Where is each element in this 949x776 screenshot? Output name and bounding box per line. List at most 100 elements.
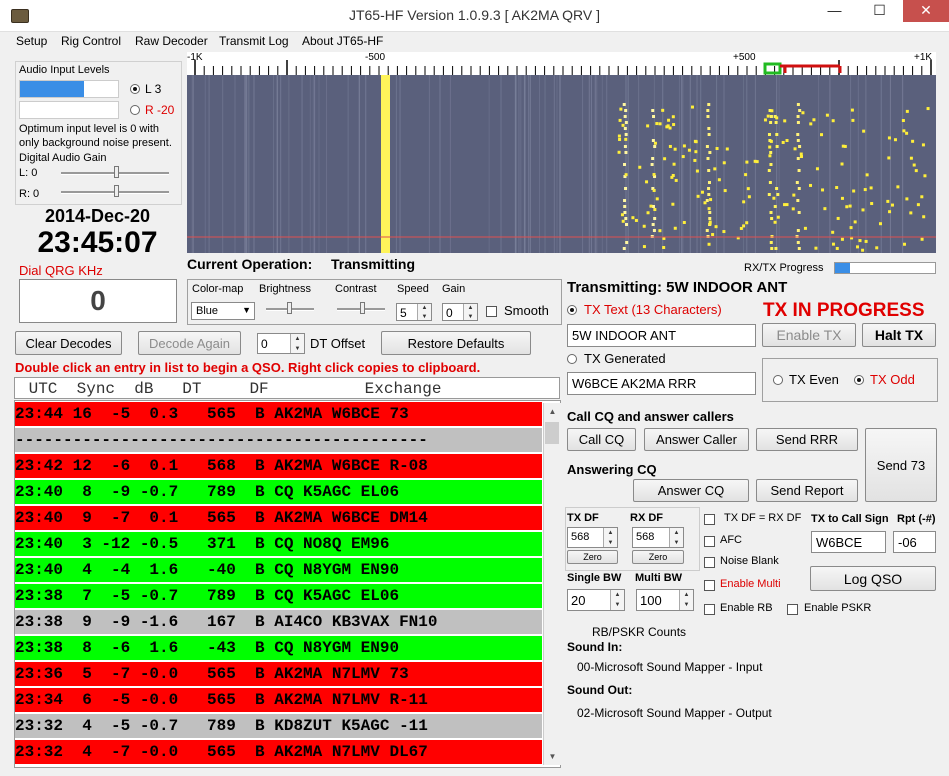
single-bw-spinner[interactable]: 20 ▲ ▼ (567, 589, 625, 611)
tx-even-radio[interactable] (773, 375, 783, 385)
rxtx-progress-bar (834, 262, 936, 274)
restore-defaults-button[interactable]: Restore Defaults (381, 331, 531, 355)
rpt-field[interactable]: -06 (893, 531, 936, 553)
signal-dot (801, 111, 805, 115)
call-cq-button[interactable]: Call CQ (567, 428, 636, 451)
answer-caller-button[interactable]: Answer Caller (644, 428, 749, 451)
decode-row[interactable]: 23:40 3 -12 -0.5 371 B CQ NO8Q EM96 (15, 532, 542, 556)
maximize-button[interactable]: ☐ (857, 0, 902, 22)
gain-label: Gain (442, 283, 466, 295)
decode-row[interactable]: 23:40 8 -9 -0.7 789 B CQ K5AGC EL06 (15, 480, 542, 504)
left-channel-radio[interactable] (130, 84, 140, 94)
to-call-field[interactable]: W6BCE (811, 531, 886, 553)
signal-dot (848, 204, 852, 208)
send-73-button[interactable]: Send 73 (865, 428, 937, 502)
decode-row[interactable]: 23:38 9 -9 -1.6 167 B AI4CO KB3VAX FN10 (15, 610, 542, 634)
single-bw-label: Single BW (567, 572, 622, 584)
menu-rig-control[interactable]: Rig Control (61, 34, 121, 48)
decode-row[interactable]: 23:38 8 -6 1.6 -43 B CQ N8YGM EN90 (15, 636, 542, 660)
spinner-arrows-icon[interactable]: ▲ ▼ (603, 528, 617, 547)
decode-row[interactable]: 23:40 9 -7 0.1 565 B AK2MA W6BCE DM14 (15, 506, 542, 530)
decode-row[interactable]: 23:42 12 -6 0.1 568 B AK2MA W6BCE R-08 (15, 454, 542, 478)
rx-df-zero-button[interactable]: Zero (632, 550, 684, 564)
right-channel-radio[interactable] (130, 105, 140, 115)
tx-eq-rx-checkbox[interactable] (704, 514, 715, 525)
signal-dot (642, 245, 646, 249)
tx-df-zero-button[interactable]: Zero (567, 550, 618, 564)
spinner-arrows-icon[interactable]: ▲ ▼ (610, 590, 624, 610)
waterfall-display[interactable] (187, 75, 936, 253)
send-report-button[interactable]: Send Report (756, 479, 858, 502)
dial-qrg-field[interactable]: 0 (19, 279, 177, 323)
rxtx-progress-label: RX/TX Progress (744, 262, 824, 274)
answer-cq-button[interactable]: Answer CQ (633, 479, 749, 502)
tx-df-spinner[interactable]: 568 ▲ ▼ (567, 527, 618, 548)
signal-dot (796, 103, 800, 106)
tx-generated-field[interactable]: W6BCE AK2MA RRR (567, 372, 756, 395)
brightness-thumb[interactable] (287, 302, 292, 314)
signal-dot (653, 141, 657, 145)
spinner-arrows-icon[interactable]: ▲ ▼ (669, 528, 683, 547)
menu-transmit-log[interactable]: Transmit Log (219, 34, 289, 48)
signal-dot (875, 246, 879, 250)
decode-row[interactable]: 23:36 5 -7 -0.0 565 B AK2MA N7LMV 73 (15, 662, 542, 686)
rx-df-spinner[interactable]: 568 ▲ ▼ (632, 527, 684, 548)
tx-odd-radio[interactable] (854, 375, 864, 385)
menu-raw-decoder[interactable]: Raw Decoder (135, 34, 208, 48)
signal-dot (814, 246, 818, 250)
scroll-down-icon[interactable]: ▼ (544, 748, 561, 765)
enable-rb-checkbox[interactable] (704, 604, 715, 615)
gain-l-thumb[interactable] (114, 166, 119, 178)
close-button[interactable]: ✕ (903, 0, 949, 22)
signal-dot (851, 118, 855, 122)
scroll-thumb[interactable] (545, 422, 559, 444)
enable-multi-label: Enable Multi (720, 578, 781, 590)
tx-text-radio[interactable] (567, 305, 577, 315)
spinner-arrows-icon[interactable]: ▲ ▼ (679, 590, 693, 610)
gain-spinner[interactable]: 0 ▲ ▼ (442, 303, 478, 321)
signal-dot (652, 115, 656, 118)
scale-label-plus-1k: +1K (914, 52, 933, 63)
decode-hint: Double click an entry in list to begin a… (15, 360, 481, 375)
contrast-thumb[interactable] (360, 302, 365, 314)
rx-df-value: 568 (636, 531, 655, 543)
spinner-arrows-icon[interactable]: ▲ ▼ (417, 304, 431, 320)
enable-tx-button[interactable]: Enable TX (762, 323, 856, 347)
menu-setup[interactable]: Setup (16, 34, 47, 48)
noise-blank-checkbox[interactable] (704, 557, 715, 568)
minimize-button[interactable]: — (812, 0, 857, 22)
decode-row[interactable]: 23:34 6 -5 -0.0 565 B AK2MA N7LMV R-11 (15, 688, 542, 712)
menu-about[interactable]: About JT65-HF (302, 34, 383, 48)
send-rrr-button[interactable]: Send RRR (756, 428, 858, 451)
signal-dot (770, 109, 774, 113)
gain-r-thumb[interactable] (114, 185, 119, 197)
decode-row[interactable]: 23:44 16 -5 0.3 565 B AK2MA W6BCE 73 (15, 402, 542, 426)
speed-spinner[interactable]: 5 ▲ ▼ (396, 303, 432, 321)
decode-scrollbar[interactable]: ▲ ▼ (543, 403, 561, 765)
smooth-checkbox[interactable] (486, 306, 497, 317)
signal-dot (653, 145, 657, 148)
signal-dot (653, 217, 657, 220)
enable-pskr-checkbox[interactable] (787, 604, 798, 615)
signal-dot (623, 145, 627, 148)
signal-dot (744, 173, 748, 177)
decode-row[interactable]: 23:40 4 -4 1.6 -40 B CQ N8YGM EN90 (15, 558, 542, 582)
decode-row[interactable]: 23:32 4 -7 -0.0 565 B AK2MA N7LMV DL67 (15, 740, 542, 764)
dt-offset-spinner[interactable]: 0 ▲ ▼ (257, 333, 305, 354)
multi-bw-spinner[interactable]: 100 ▲ ▼ (636, 589, 694, 611)
tx-text-field[interactable]: 5W INDOOR ANT (567, 324, 756, 347)
spinner-arrows-icon[interactable]: ▲ ▼ (290, 334, 304, 353)
halt-tx-button[interactable]: Halt TX (862, 323, 936, 347)
clear-decodes-button[interactable]: Clear Decodes (15, 331, 122, 355)
spinner-arrows-icon[interactable]: ▲ ▼ (463, 304, 477, 320)
tx-generated-radio[interactable] (567, 354, 577, 364)
log-qso-button[interactable]: Log QSO (810, 566, 936, 591)
afc-checkbox[interactable] (704, 536, 715, 547)
colormap-select[interactable]: Blue ▼ (191, 302, 255, 320)
decode-row[interactable]: 23:38 7 -5 -0.7 789 B CQ K5AGC EL06 (15, 584, 542, 608)
decode-row[interactable]: 23:32 4 -5 -0.7 789 B KD8ZUT K5AGC -11 (15, 714, 542, 738)
scroll-up-icon[interactable]: ▲ (544, 403, 561, 420)
decode-row[interactable]: ----------------------------------------… (15, 428, 542, 452)
decode-again-button[interactable]: Decode Again (138, 331, 241, 355)
enable-multi-checkbox[interactable] (704, 580, 715, 591)
